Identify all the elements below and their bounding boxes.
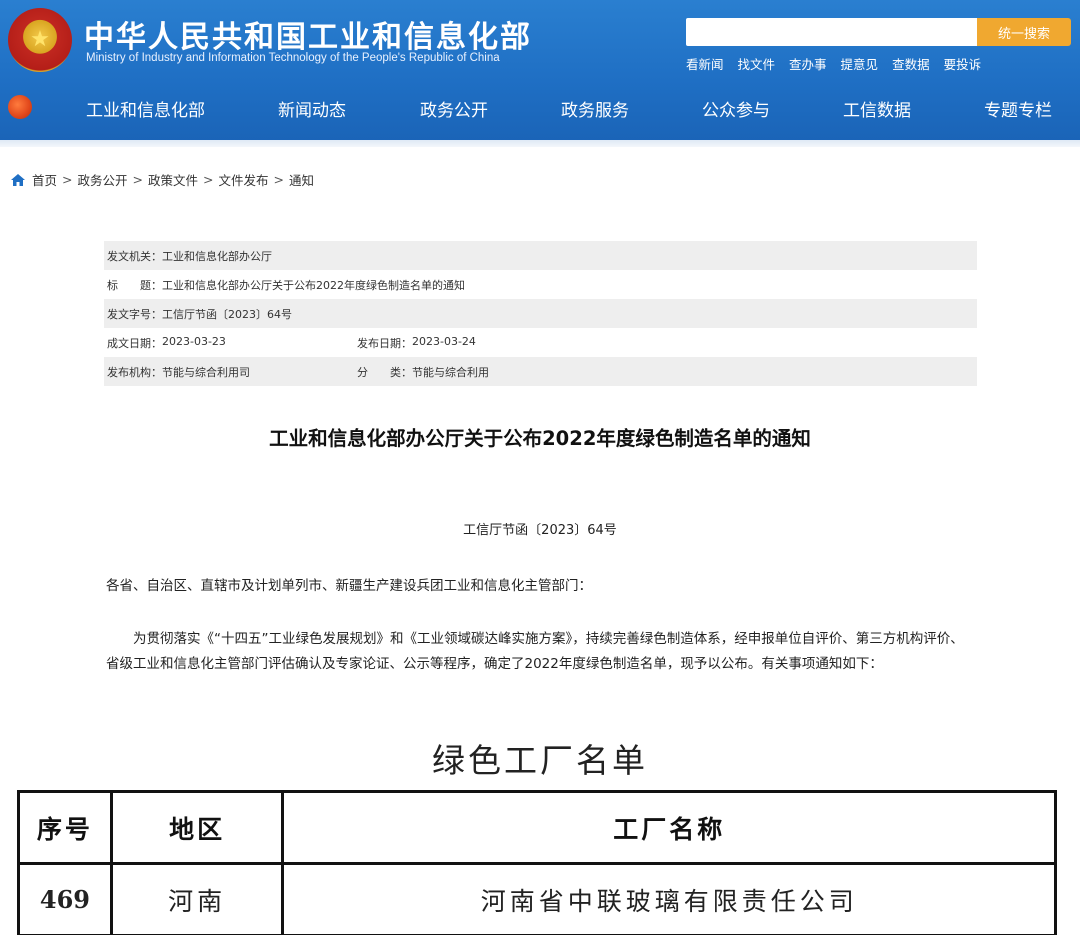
meta-row-doc-number: 发文字号： 工信厅节函〔2023〕64号	[104, 299, 977, 328]
quick-link-complaints[interactable]: 要投诉	[944, 54, 982, 73]
meta-label: 发布日期：	[357, 336, 412, 350]
search-input[interactable]	[686, 18, 978, 46]
meta-value-issuer: 工业和信息化部办公厅	[162, 249, 272, 263]
meta-label: 分 类：	[357, 365, 412, 379]
meta-label: 发布机构：	[107, 365, 162, 379]
table-header-row: 序号 地区 工厂名称	[17, 790, 1057, 865]
nav-item-ministry[interactable]: 工业和信息化部	[86, 96, 205, 121]
cell-number: 469	[17, 862, 113, 935]
article-addressee: 各省、自治区、直辖市及计划单列市、新疆生产建设兵团工业和信息化主管部门：	[106, 578, 592, 594]
nav-item-government-services[interactable]: 政务服务	[561, 96, 629, 121]
factory-list-title: 绿色工厂名单	[432, 741, 648, 780]
meta-value-doc-number: 工信厅节函〔2023〕64号	[162, 307, 292, 321]
breadcrumb-document-release[interactable]: 文件发布	[219, 170, 269, 189]
article-paragraph: 为贯彻落实《“十四五”工业绿色发展规划》和《工业领域碳达峰实施方案》，持续完善绿…	[106, 631, 964, 672]
breadcrumb-home[interactable]: 首页	[32, 170, 57, 189]
meta-row-title: 标 题： 工业和信息化部办公厅关于公布2022年度绿色制造名单的通知	[104, 270, 977, 299]
document-meta: 发文机关： 工业和信息化部办公厅 标 题： 工业和信息化部办公厅关于公布2022…	[104, 241, 977, 386]
quick-link-services[interactable]: 查办事	[789, 54, 827, 73]
quick-link-data[interactable]: 查数据	[892, 54, 930, 73]
cell-region: 河南	[109, 862, 285, 935]
column-header-number: 序号	[17, 790, 113, 865]
meta-value-title: 工业和信息化部办公厅关于公布2022年度绿色制造名单的通知	[162, 278, 465, 292]
cell-factory-name: 河南省中联玻璃有限责任公司	[281, 862, 1057, 935]
national-emblem-icon[interactable]: ★	[8, 8, 72, 72]
nav-item-news[interactable]: 新闻动态	[278, 96, 346, 121]
site-title-english: Ministry of Industry and Information Tec…	[86, 52, 500, 64]
breadcrumb-separator: >	[273, 172, 284, 187]
main-nav: 工业和信息化部 新闻动态 政务公开 政务服务 公众参与 工信数据 专题专栏	[0, 84, 1080, 130]
meta-label: 发文字号：	[107, 307, 162, 321]
meta-label: 标 题：	[107, 278, 162, 292]
header-divider	[0, 140, 1080, 147]
site-title[interactable]: 中华人民共和国工业和信息化部	[84, 12, 532, 56]
breadcrumb-notices[interactable]: 通知	[289, 170, 314, 189]
factory-list-table: 序号 地区 工厂名称 469 河南 河南省中联玻璃有限责任公司	[17, 790, 1057, 935]
breadcrumb-separator: >	[132, 172, 143, 187]
breadcrumb: 首页 > 政务公开 > 政策文件 > 文件发布 > 通知	[10, 170, 314, 189]
meta-value-published-date: 2023-03-24	[412, 334, 476, 348]
header-top: ★ 中华人民共和国工业和信息化部 Ministry of Industry an…	[0, 0, 1080, 82]
site-header: ★ 中华人民共和国工业和信息化部 Ministry of Industry an…	[0, 0, 1080, 147]
nav-item-public-participation[interactable]: 公众参与	[702, 96, 770, 121]
meta-row-dates: 成文日期： 2023-03-23 发布日期： 2023-03-24	[104, 328, 977, 357]
quick-link-news[interactable]: 看新闻	[686, 54, 724, 73]
meta-label: 成文日期：	[107, 336, 162, 350]
quick-link-files[interactable]: 找文件	[738, 54, 776, 73]
article-doc-number: 工信厅节函〔2023〕64号	[463, 523, 617, 538]
nav-item-data[interactable]: 工信数据	[843, 96, 911, 121]
search-button[interactable]: 统一搜索	[977, 18, 1071, 46]
nav-item-government-affairs[interactable]: 政务公开	[420, 96, 488, 121]
breadcrumb-government-affairs[interactable]: 政务公开	[78, 170, 128, 189]
meta-value-written-date: 2023-03-23	[162, 334, 226, 348]
nav-logo-icon[interactable]	[8, 95, 32, 119]
quick-links: 看新闻 找文件 查办事 提意见 查数据 要投诉	[686, 54, 995, 73]
meta-value-category: 节能与综合利用	[412, 365, 489, 379]
star-icon: ★	[30, 27, 50, 52]
meta-row-issuer: 发文机关： 工业和信息化部办公厅	[104, 241, 977, 270]
meta-label: 发文机关：	[107, 249, 162, 263]
meta-row-org: 发布机构： 节能与综合利用司 分 类： 节能与综合利用	[104, 357, 977, 386]
nav-item-special-topics[interactable]: 专题专栏	[984, 96, 1052, 121]
quick-link-suggestions[interactable]: 提意见	[841, 54, 879, 73]
table-row: 469 河南 河南省中联玻璃有限责任公司	[17, 862, 1057, 935]
breadcrumb-separator: >	[62, 172, 73, 187]
column-header-region: 地区	[109, 790, 285, 865]
home-icon[interactable]	[10, 173, 26, 187]
breadcrumb-policy-documents[interactable]: 政策文件	[148, 170, 198, 189]
breadcrumb-separator: >	[203, 172, 214, 187]
article-title: 工业和信息化部办公厅关于公布2022年度绿色制造名单的通知	[269, 427, 811, 450]
column-header-factory-name: 工厂名称	[281, 790, 1057, 865]
meta-value-org: 节能与综合利用司	[162, 365, 250, 379]
